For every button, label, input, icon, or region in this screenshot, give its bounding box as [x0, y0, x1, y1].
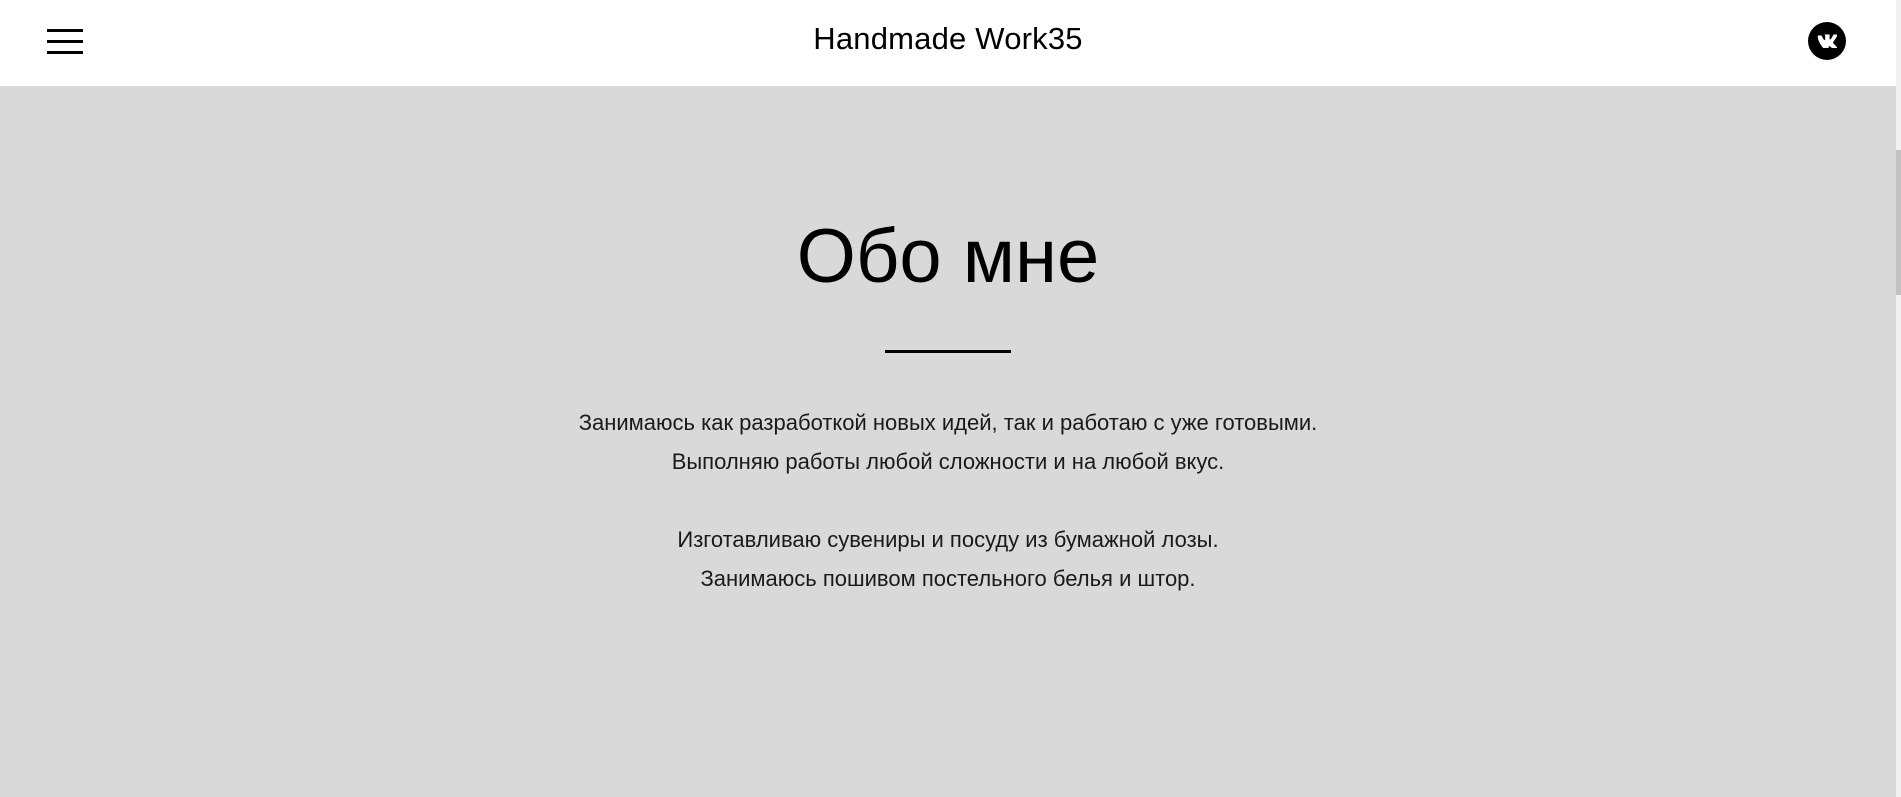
page: Handmade Work35 Обо мне Занимаюсь как ра…	[0, 0, 1901, 797]
about-title: Обо мне	[796, 214, 1100, 299]
about-paragraph-2-line-2: Занимаюсь пошивом постельного белья и шт…	[700, 566, 1196, 591]
viewport: Handmade Work35 Обо мне Занимаюсь как ра…	[0, 0, 1896, 797]
about-paragraph-1-line-2: Выполняю работы любой сложности и на люб…	[671, 449, 1225, 474]
scrollbar-thumb[interactable]	[1896, 150, 1901, 295]
vk-logo-glyph	[1817, 34, 1837, 48]
site-header: Handmade Work35	[0, 0, 1896, 86]
vk-icon[interactable]	[1808, 22, 1846, 60]
site-title[interactable]: Handmade Work35	[0, 21, 1896, 57]
about-paragraph-2: Изготавливаю сувениры и посуду из бумажн…	[0, 520, 1896, 598]
about-paragraph-1: Занимаюсь как разработкой новых идей, та…	[0, 403, 1896, 481]
title-divider	[885, 350, 1011, 353]
about-section: Обо мне Занимаюсь как разработкой новых …	[0, 86, 1896, 598]
about-paragraph-1-line-1: Занимаюсь как разработкой новых идей, та…	[578, 410, 1318, 435]
vertical-scrollbar[interactable]	[1896, 0, 1901, 797]
about-paragraph-2-line-1: Изготавливаю сувениры и посуду из бумажн…	[677, 527, 1219, 552]
